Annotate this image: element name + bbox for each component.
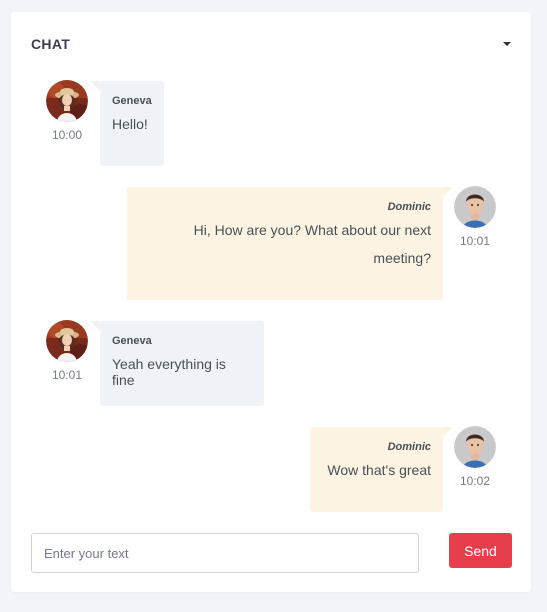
message-author: 10:01	[45, 320, 89, 382]
woman-avatar	[46, 320, 88, 362]
chat-card: CHAT 10:00 Geneva Hello! Dominic Hi, How…	[11, 12, 531, 592]
chat-input-row: Send	[31, 533, 513, 573]
message-bubble: Dominic Wow that's great	[310, 427, 453, 512]
man-avatar	[454, 186, 496, 228]
send-button[interactable]: Send	[449, 533, 512, 568]
message-text: Yeah everything is fine	[112, 356, 226, 388]
chat-input[interactable]	[31, 533, 419, 573]
message-sender: Dominic	[387, 441, 431, 453]
message-bubble: Geneva Yeah everything is fine	[90, 321, 264, 406]
message-author: 10:00	[45, 80, 89, 142]
message-time: 10:02	[459, 474, 491, 488]
message-text: Hello!	[112, 116, 148, 132]
caret-down-icon[interactable]	[503, 42, 511, 46]
chat-header: CHAT	[31, 36, 513, 52]
message-bubble: Geneva Hello!	[90, 81, 164, 166]
man-avatar	[454, 426, 496, 468]
message-author: 10:02	[453, 426, 497, 488]
woman-avatar	[46, 80, 88, 122]
message-time: 10:01	[459, 234, 491, 248]
message-time: 10:01	[51, 368, 83, 382]
message-time: 10:00	[51, 128, 83, 142]
message-text: Wow that's great	[327, 462, 431, 478]
chat-title: CHAT	[31, 36, 71, 52]
message-sender: Dominic	[387, 201, 431, 213]
message-bubble: Dominic Hi, How are you? What about our …	[127, 187, 453, 300]
message-sender: Geneva	[112, 95, 152, 107]
message-text: Hi, How are you? What about our next mee…	[193, 222, 431, 266]
message-author: 10:01	[453, 186, 497, 248]
message-sender: Geneva	[112, 335, 152, 347]
